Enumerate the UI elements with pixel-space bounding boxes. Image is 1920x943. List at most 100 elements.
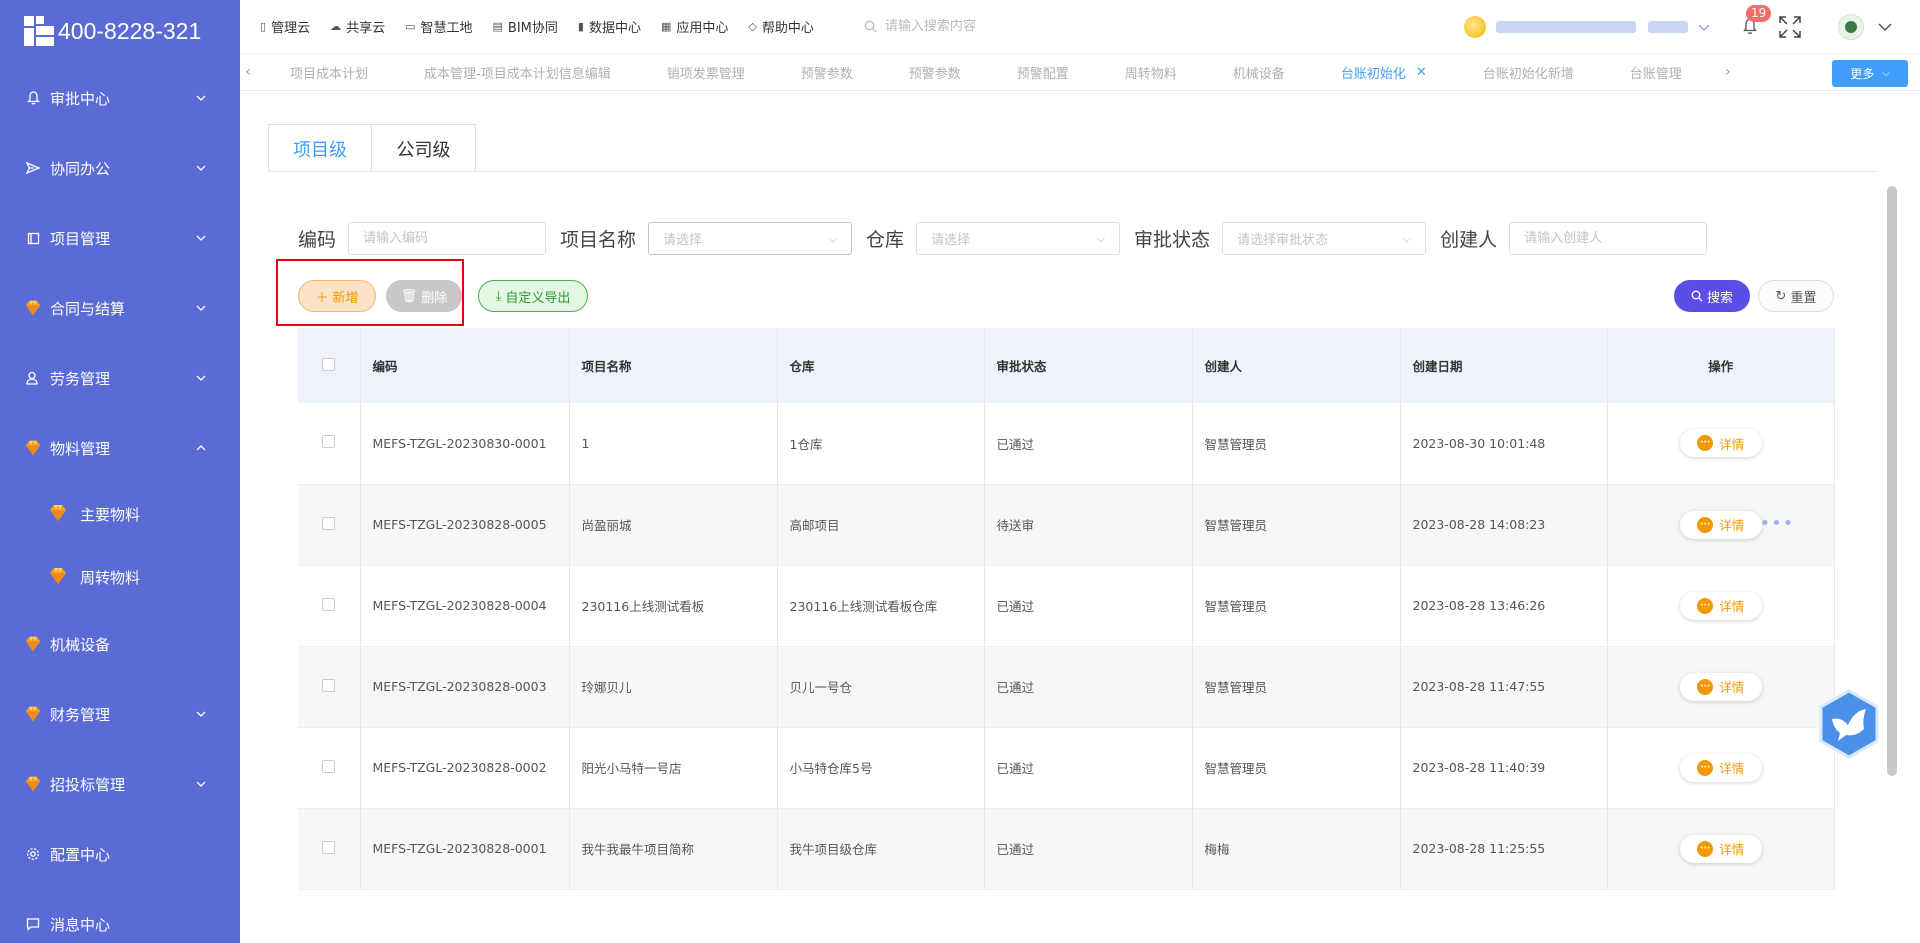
row-checkbox[interactable] <box>322 597 336 611</box>
cell-date: 2023-08-28 11:47:55 <box>1400 646 1608 728</box>
global-search[interactable] <box>864 19 1085 34</box>
topnav-data-center[interactable]: ▮ 数据中心 <box>578 17 641 36</box>
data-table: 编码 项目名称 仓库 审批状态 创建人 创建日期 操作 MEFS-TZGL-20… <box>298 328 1835 890</box>
topnav-help-center[interactable]: ◇ 帮助中心 <box>748 17 813 36</box>
tab-item[interactable]: 项目成本计划 <box>256 63 396 82</box>
tab-scroll-right-icon[interactable]: › <box>1720 64 1736 80</box>
sidebar-item-config[interactable]: 配置中心 <box>0 819 240 889</box>
row-select-cell <box>298 646 361 728</box>
tab-item[interactable]: 周转物料 <box>1097 63 1205 82</box>
sidebar-subitem-main-material[interactable]: 主要物料 <box>0 483 240 546</box>
delete-button[interactable]: 🗑 删除 <box>386 280 462 312</box>
detail-button[interactable]: ··· 详情 <box>1679 510 1762 539</box>
sidebar-item-finance[interactable]: 财务管理 <box>0 679 240 749</box>
tab-item[interactable]: 成本管理-项目成本计划信息编辑 <box>396 63 639 82</box>
more-tabs-button[interactable]: 更多 ⌵ <box>1832 60 1908 87</box>
row-checkbox[interactable] <box>322 840 336 854</box>
tab-item[interactable]: 预警参数 <box>881 63 989 82</box>
warehouse-select[interactable]: 请选择 ⌵ <box>916 222 1121 255</box>
topnav-shared-cloud[interactable]: ☁ 共享云 <box>330 17 385 36</box>
search-button[interactable]: 搜索 <box>1674 280 1750 312</box>
user-avatar[interactable] <box>1838 13 1864 40</box>
tab-label: 台账初始化新增 <box>1482 66 1574 82</box>
sidebar-item-contract[interactable]: 合同与结算 <box>0 273 240 343</box>
notification-bell[interactable]: 19 <box>1740 4 1772 37</box>
cell-creator: 智慧管理员 <box>1192 484 1401 566</box>
row-checkbox[interactable] <box>322 435 336 449</box>
col-header-code[interactable]: 编码 <box>360 328 570 403</box>
tab-scroll-left-icon[interactable]: ‹ <box>240 64 256 80</box>
vertical-scrollbar[interactable] <box>1887 186 1897 776</box>
sidebar-item-labor[interactable]: 劳务管理 <box>0 343 240 413</box>
sidebar-item-material[interactable]: 物料管理 <box>0 413 240 483</box>
detail-button[interactable]: ··· 详情 <box>1679 834 1762 863</box>
detail-button[interactable]: ··· 详情 <box>1679 591 1762 620</box>
row-checkbox[interactable] <box>322 759 336 773</box>
tab-item[interactable]: 预警配置 <box>989 63 1097 82</box>
sidebar-item-machinery[interactable]: 机械设备 <box>0 609 240 679</box>
global-search-input[interactable] <box>884 19 1085 34</box>
assistant-bird-icon[interactable] <box>1818 689 1880 759</box>
sidebar-item-messages[interactable]: 消息中心 <box>0 889 240 943</box>
table-row: MEFS-TZGL-20230828-0004 230116上线测试看板 230… <box>298 565 1835 647</box>
tab-item[interactable]: 预警参数 <box>773 63 881 82</box>
table-row: MEFS-TZGL-20230828-0002 阳光小马特一号店 小马特仓库5号… <box>298 727 1835 809</box>
tab-item[interactable]: 机械设备 <box>1205 63 1313 82</box>
code-input[interactable] <box>348 222 547 255</box>
col-header-status[interactable]: 审批状态 <box>984 328 1193 403</box>
project-select[interactable]: 请选择 ⌵ <box>648 222 853 255</box>
chevron-down-icon[interactable] <box>1878 20 1892 34</box>
sidebar-item-label: 审批中心 <box>50 89 111 108</box>
cell-warehouse: 我牛项目级仓库 <box>777 808 985 890</box>
more-dots-icon: ··· <box>1697 435 1714 452</box>
custom-export-button[interactable]: ⤓ 自定义导出 <box>478 280 588 312</box>
tab-company-level[interactable]: 公司级 <box>372 125 475 172</box>
col-header-creator[interactable]: 创建人 <box>1192 328 1401 403</box>
detail-label: 详情 <box>1719 436 1745 452</box>
chevron-down-icon <box>196 305 206 311</box>
cell-creator: 智慧管理员 <box>1192 403 1401 485</box>
cell-creator: 智慧管理员 <box>1192 565 1401 647</box>
more-dots-icon: ··· <box>1697 597 1714 614</box>
reset-button[interactable]: ↻ 重置 <box>1758 280 1834 312</box>
topnav-bim[interactable]: ▤ BIM协同 <box>493 17 558 36</box>
sidebar-item-collab[interactable]: 协同办公 <box>0 133 240 203</box>
tab-project-level[interactable]: 项目级 <box>269 125 372 172</box>
topnav-smart-site[interactable]: ▭ 智慧工地 <box>405 17 472 36</box>
logo-mark-icon <box>24 16 54 46</box>
col-header-date[interactable]: 创建日期 <box>1400 328 1608 403</box>
refresh-icon: ↻ <box>1775 288 1787 304</box>
table-row: MEFS-TZGL-20230830-0001 1 1仓库 已通过 智慧管理员 … <box>298 403 1835 485</box>
sidebar: 400-8228-321 审批中心 协同办公 项目管理 合同与结算 劳务管理 物… <box>0 0 240 943</box>
detail-button[interactable]: ··· 详情 <box>1679 429 1762 458</box>
status-select[interactable]: 请选择审批状态 ⌵ <box>1222 222 1427 255</box>
sidebar-subitem-turnover-material[interactable]: 周转物料 <box>0 546 240 609</box>
tab-item[interactable]: 台账初始化新增 <box>1455 63 1602 82</box>
user-icon <box>24 371 42 385</box>
detail-button[interactable]: ··· 详情 <box>1679 672 1762 701</box>
creator-input[interactable] <box>1509 222 1708 255</box>
col-header-warehouse[interactable]: 仓库 <box>777 328 985 403</box>
topnav-management-cloud[interactable]: ▯ 管理云 <box>260 17 310 36</box>
cell-code: MEFS-TZGL-20230828-0004 <box>360 565 570 647</box>
tab-item[interactable]: 台账管理 <box>1602 63 1710 82</box>
sidebar-item-project[interactable]: 项目管理 <box>0 203 240 273</box>
topnav-app-center[interactable]: ▦ 应用中心 <box>661 17 728 36</box>
tab-label: 台账初始化 <box>1340 66 1406 82</box>
add-button[interactable]: ＋新增 <box>298 280 376 312</box>
row-checkbox[interactable] <box>322 516 336 530</box>
col-header-project[interactable]: 项目名称 <box>569 328 778 403</box>
row-checkbox[interactable] <box>322 678 336 692</box>
close-icon[interactable]: ✕ <box>1416 65 1427 80</box>
more-dots-icon: ··· <box>1697 516 1714 533</box>
tab-item-active[interactable]: 台账初始化 ✕ <box>1313 63 1455 82</box>
sidebar-item-bidding[interactable]: 招投标管理 <box>0 749 240 819</box>
select-all-checkbox[interactable] <box>322 357 336 371</box>
chevron-down-icon <box>196 95 206 101</box>
detail-button[interactable]: ··· 详情 <box>1679 753 1762 782</box>
sidebar-item-approval[interactable]: 审批中心 <box>0 63 240 133</box>
tab-item[interactable]: 销项发票管理 <box>639 63 773 82</box>
chevron-down-icon[interactable] <box>1698 21 1710 33</box>
fullscreen-icon[interactable] <box>1778 15 1802 39</box>
row-more-icon[interactable]: ••• <box>1760 513 1795 534</box>
